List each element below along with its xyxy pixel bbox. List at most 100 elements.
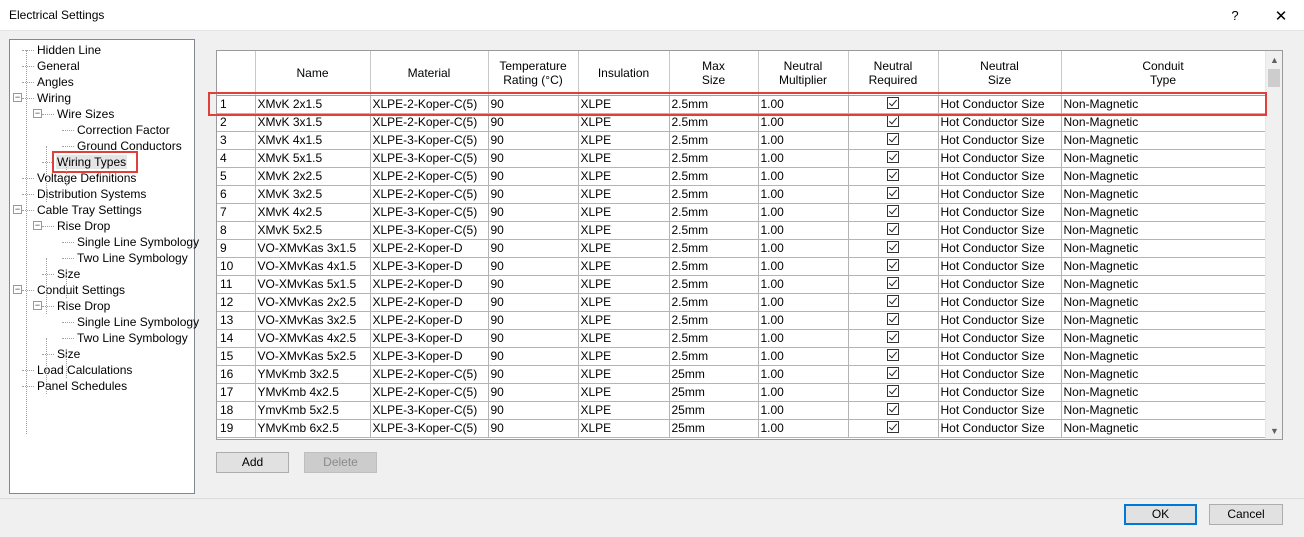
cell-neutral-multiplier[interactable]: 1.00	[758, 239, 849, 258]
cancel-button[interactable]: Cancel	[1209, 504, 1283, 525]
add-button[interactable]: Add	[216, 452, 289, 473]
tree-item[interactable]: Size	[56, 266, 81, 282]
cell-name[interactable]: XMvK 5x2.5	[255, 221, 371, 240]
cell-neutral-multiplier[interactable]: 1.00	[758, 365, 849, 384]
cell-neutral-size[interactable]: Hot Conductor Size	[938, 167, 1062, 186]
cell-name[interactable]: XMvK 2x2.5	[255, 167, 371, 186]
tree-item[interactable]: Angles	[36, 74, 75, 90]
cell-neutral-size[interactable]: Hot Conductor Size	[938, 203, 1062, 222]
table-row[interactable]: 15 VO-XMvKas 5x2.5 XLPE-3-Koper-D 90 XLPE 2.5…	[217, 347, 1266, 366]
cell-temperature-rating[interactable]: 90	[488, 185, 579, 204]
collapse-toggle-icon[interactable]: −	[33, 221, 42, 230]
column-header-neutral-size[interactable]: Neutral Size	[938, 51, 1062, 96]
cell-conduit-type[interactable]: Non-Magnetic	[1061, 239, 1266, 258]
table-row[interactable]: 4 XMvK 5x1.5 XLPE-3-Koper-C(5) 90 XLPE 2.5mm 1…	[217, 149, 1266, 168]
cell-neutral-required[interactable]	[848, 365, 939, 384]
tree-item[interactable]: Voltage Definitions	[36, 170, 137, 186]
cell-insulation[interactable]: XLPE	[578, 239, 670, 258]
cell-name[interactable]: YMvKmb 3x2.5	[255, 365, 371, 384]
cell-max-size[interactable]: 2.5mm	[669, 257, 759, 276]
cell-neutral-required[interactable]	[848, 221, 939, 240]
cell-insulation[interactable]: XLPE	[578, 347, 670, 366]
neutral-required-checkbox[interactable]	[887, 313, 899, 326]
cell-name[interactable]: XMvK 4x2.5	[255, 203, 371, 222]
cell-max-size[interactable]: 25mm	[669, 365, 759, 384]
table-row[interactable]: 9 VO-XMvKas 3x1.5 XLPE-2-Koper-D 90 XLPE 2.5m…	[217, 239, 1266, 258]
cell-temperature-rating[interactable]: 90	[488, 149, 579, 168]
cell-insulation[interactable]: XLPE	[578, 419, 670, 438]
table-row[interactable]: 3 XMvK 4x1.5 XLPE-3-Koper-C(5) 90 XLPE 2.5mm 1…	[217, 131, 1266, 150]
cell-insulation[interactable]: XLPE	[578, 275, 670, 294]
cell-neutral-multiplier[interactable]: 1.00	[758, 329, 849, 348]
cell-max-size[interactable]: 2.5mm	[669, 329, 759, 348]
neutral-required-checkbox[interactable]	[887, 331, 899, 344]
cell-insulation[interactable]: XLPE	[578, 221, 670, 240]
cell-max-size[interactable]: 2.5mm	[669, 311, 759, 330]
cell-material[interactable]: XLPE-3-Koper-C(5)	[370, 221, 489, 240]
neutral-required-checkbox[interactable]	[887, 223, 899, 236]
cell-temperature-rating[interactable]: 90	[488, 419, 579, 438]
cell-neutral-multiplier[interactable]: 1.00	[758, 419, 849, 438]
cell-neutral-required[interactable]	[848, 347, 939, 366]
cell-max-size[interactable]: 2.5mm	[669, 203, 759, 222]
cell-conduit-type[interactable]: Non-Magnetic	[1061, 347, 1266, 366]
cell-insulation[interactable]: XLPE	[578, 131, 670, 150]
tree-item[interactable]: Two Line Symbology	[76, 330, 189, 346]
column-header-conduit-type[interactable]: Conduit Type	[1061, 51, 1266, 96]
cell-insulation[interactable]: XLPE	[578, 365, 670, 384]
tree-item[interactable]: Size	[56, 346, 81, 362]
cell-neutral-required[interactable]	[848, 419, 939, 438]
neutral-required-checkbox[interactable]	[887, 421, 899, 434]
cell-neutral-size[interactable]: Hot Conductor Size	[938, 347, 1062, 366]
cell-insulation[interactable]: XLPE	[578, 311, 670, 330]
cell-material[interactable]: XLPE-3-Koper-D	[370, 347, 489, 366]
cell-max-size[interactable]: 25mm	[669, 401, 759, 420]
cell-insulation[interactable]: XLPE	[578, 329, 670, 348]
cell-material[interactable]: XLPE-2-Koper-D	[370, 239, 489, 258]
cell-neutral-multiplier[interactable]: 1.00	[758, 293, 849, 312]
column-header-name[interactable]: Name	[255, 51, 371, 96]
cell-insulation[interactable]: XLPE	[578, 167, 670, 186]
cell-name[interactable]: YmvKmb 5x2.5	[255, 401, 371, 420]
table-row[interactable]: 19 YMvKmb 6x2.5 XLPE-3-Koper-C(5) 90 XLPE 25m…	[217, 419, 1266, 438]
cell-conduit-type[interactable]: Non-Magnetic	[1061, 383, 1266, 402]
cell-neutral-required[interactable]	[848, 167, 939, 186]
cell-neutral-multiplier[interactable]: 1.00	[758, 203, 849, 222]
neutral-required-checkbox[interactable]	[887, 133, 899, 146]
cell-temperature-rating[interactable]: 90	[488, 275, 579, 294]
cell-material[interactable]: XLPE-3-Koper-D	[370, 257, 489, 276]
cell-insulation[interactable]: XLPE	[578, 149, 670, 168]
collapse-toggle-icon[interactable]: −	[33, 109, 42, 118]
cell-max-size[interactable]: 2.5mm	[669, 167, 759, 186]
cell-insulation[interactable]: XLPE	[578, 293, 670, 312]
table-row[interactable]: 13 VO-XMvKas 3x2.5 XLPE-2-Koper-D 90 XLPE 2.5…	[217, 311, 1266, 330]
cell-neutral-required[interactable]	[848, 275, 939, 294]
cell-neutral-multiplier[interactable]: 1.00	[758, 131, 849, 150]
cell-temperature-rating[interactable]: 90	[488, 221, 579, 240]
cell-neutral-size[interactable]: Hot Conductor Size	[938, 149, 1062, 168]
table-row[interactable]: 7 XMvK 4x2.5 XLPE-3-Koper-C(5) 90 XLPE 2.5mm 1…	[217, 203, 1266, 222]
column-header-neutral-multiplier[interactable]: Neutral Multiplier	[758, 51, 849, 96]
neutral-required-checkbox[interactable]	[887, 277, 899, 290]
cell-insulation[interactable]: XLPE	[578, 257, 670, 276]
column-header-temperature-rating[interactable]: Temperature Rating (°C)	[488, 51, 579, 96]
cell-neutral-required[interactable]	[848, 329, 939, 348]
cell-max-size[interactable]: 25mm	[669, 383, 759, 402]
collapse-toggle-icon[interactable]: −	[13, 205, 22, 214]
tree-item[interactable]: Rise Drop	[56, 298, 111, 314]
cell-name[interactable]: VO-XMvKas 4x2.5	[255, 329, 371, 348]
cell-neutral-multiplier[interactable]: 1.00	[758, 149, 849, 168]
column-header-neutral-required[interactable]: Neutral Required	[848, 51, 939, 96]
table-row[interactable]: 10 VO-XMvKas 4x1.5 XLPE-3-Koper-D 90 XLPE 2.5…	[217, 257, 1266, 276]
tree-item[interactable]: Hidden Line	[36, 42, 102, 58]
tree-item[interactable]: Distribution Systems	[36, 186, 147, 202]
neutral-required-checkbox[interactable]	[887, 187, 899, 200]
cell-temperature-rating[interactable]: 90	[488, 311, 579, 330]
cell-neutral-multiplier[interactable]: 1.00	[758, 347, 849, 366]
cell-material[interactable]: XLPE-2-Koper-D	[370, 275, 489, 294]
cell-neutral-size[interactable]: Hot Conductor Size	[938, 311, 1062, 330]
cell-conduit-type[interactable]: Non-Magnetic	[1061, 221, 1266, 240]
cell-conduit-type[interactable]: Non-Magnetic	[1061, 401, 1266, 420]
cell-neutral-required[interactable]	[848, 239, 939, 258]
cell-max-size[interactable]: 2.5mm	[669, 275, 759, 294]
